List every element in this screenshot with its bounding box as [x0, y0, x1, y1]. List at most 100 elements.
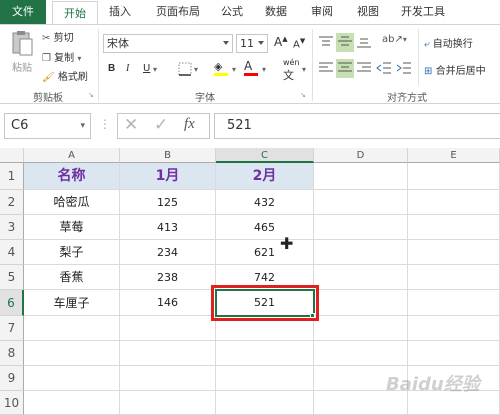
empty-cell[interactable] [408, 163, 500, 190]
row-header-6[interactable]: 6 [0, 290, 24, 316]
borders-button[interactable] [178, 62, 192, 79]
empty-cell[interactable] [408, 190, 500, 215]
align-left-button[interactable] [318, 61, 334, 78]
bold-button[interactable]: B [108, 63, 115, 74]
empty-cell[interactable] [314, 341, 408, 366]
empty-cell[interactable] [408, 240, 500, 265]
empty-cell[interactable] [314, 190, 408, 215]
tab-file[interactable]: 文件 [0, 0, 46, 24]
table-cell[interactable]: 125 [120, 190, 216, 215]
align-right-button[interactable] [356, 61, 372, 78]
empty-cell[interactable] [314, 290, 408, 316]
tab-home[interactable]: 开始 [52, 1, 98, 25]
shrink-font-button[interactable]: A▼ [293, 37, 305, 50]
borders-dropdown-icon[interactable]: ▾ [194, 65, 198, 74]
header-cell-jan[interactable]: 1月 [120, 163, 216, 190]
tab-insert[interactable]: 插入 [102, 0, 138, 24]
column-header-c[interactable]: C [216, 148, 314, 163]
cancel-icon[interactable]: ✕ [124, 115, 138, 135]
table-cell[interactable]: 621 [216, 240, 314, 265]
row-header-7[interactable]: 7 [0, 316, 24, 341]
enter-icon[interactable]: ✓ [154, 115, 168, 135]
empty-cell[interactable] [24, 341, 120, 366]
align-middle-button[interactable] [336, 33, 354, 52]
row-header-5[interactable]: 5 [0, 265, 24, 290]
orientation-button[interactable]: ab↗▾ [382, 34, 407, 45]
row-header-2[interactable]: 2 [0, 190, 24, 215]
empty-cell[interactable] [24, 366, 120, 391]
fill-handle[interactable] [310, 313, 315, 318]
column-header-b[interactable]: B [120, 148, 216, 163]
tab-review[interactable]: 审阅 [304, 0, 340, 24]
table-cell[interactable]: 草莓 [24, 215, 120, 240]
tab-page-layout[interactable]: 页面布局 [146, 0, 210, 24]
empty-cell[interactable] [408, 265, 500, 290]
empty-cell[interactable] [408, 316, 500, 341]
phonetic-dropdown-icon[interactable]: ▾ [302, 65, 306, 74]
empty-cell[interactable] [314, 316, 408, 341]
row-header-1[interactable]: 1 [0, 163, 24, 190]
tab-developer[interactable]: 开发工具 [395, 0, 451, 24]
phonetic-button[interactable]: wén 文 [283, 58, 300, 83]
underline-dropdown-icon[interactable]: ▾ [153, 65, 157, 74]
table-cell[interactable]: 234 [120, 240, 216, 265]
header-cell-feb[interactable]: 2月 [216, 163, 314, 190]
copy-dropdown-icon[interactable]: ▾ [77, 54, 81, 63]
insert-function-button[interactable]: fx [184, 116, 195, 133]
font-color-dropdown-icon[interactable]: ▾ [262, 65, 266, 74]
empty-cell[interactable] [314, 215, 408, 240]
table-cell[interactable]: 432 [216, 190, 314, 215]
font-name-select[interactable]: 宋体 [103, 34, 233, 53]
column-header-d[interactable]: D [314, 148, 408, 163]
font-launcher-icon[interactable]: ↘ [300, 91, 306, 99]
wrap-text-button[interactable]: ⤶ 自动换行 [424, 35, 473, 50]
row-header-10[interactable]: 10 [0, 391, 24, 415]
empty-cell[interactable] [216, 366, 314, 391]
column-header-e[interactable]: E [408, 148, 500, 163]
underline-button[interactable]: U [143, 63, 150, 74]
table-cell[interactable]: 238 [120, 265, 216, 290]
align-bottom-button[interactable] [356, 35, 372, 52]
row-header-8[interactable]: 8 [0, 341, 24, 366]
empty-cell[interactable] [24, 391, 120, 415]
row-header-4[interactable]: 4 [0, 240, 24, 265]
empty-cell[interactable] [24, 316, 120, 341]
font-color-button[interactable]: A [244, 59, 258, 76]
table-cell[interactable]: 465 [216, 215, 314, 240]
paste-button[interactable]: 粘贴 [8, 29, 36, 74]
empty-cell[interactable] [120, 316, 216, 341]
italic-button[interactable]: I [126, 63, 129, 74]
table-cell[interactable]: 哈密瓜 [24, 190, 120, 215]
fill-color-button[interactable]: ◈ [214, 60, 228, 76]
empty-cell[interactable] [120, 391, 216, 415]
empty-cell[interactable] [408, 341, 500, 366]
format-painter-button[interactable]: 🖌 格式刷 [42, 68, 88, 83]
copy-button[interactable]: ❐ 复制 ▾ [42, 49, 81, 64]
more-options-icon[interactable]: ⋮ [99, 117, 111, 131]
table-cell[interactable]: 413 [120, 215, 216, 240]
grow-font-button[interactable]: A▲ [274, 35, 288, 49]
row-header-3[interactable]: 3 [0, 215, 24, 240]
table-cell[interactable]: 香蕉 [24, 265, 120, 290]
name-box[interactable]: C6 ▾ [4, 113, 91, 139]
table-cell[interactable]: 车厘子 [24, 290, 120, 316]
empty-cell[interactable] [120, 366, 216, 391]
column-header-a[interactable]: A [24, 148, 120, 163]
select-all-corner[interactable] [0, 148, 24, 163]
empty-cell[interactable] [120, 341, 216, 366]
merge-center-button[interactable]: ⊞ 合并后居中 [424, 62, 486, 77]
table-cell[interactable]: 梨子 [24, 240, 120, 265]
fill-dropdown-icon[interactable]: ▾ [232, 65, 236, 74]
empty-cell[interactable] [314, 240, 408, 265]
header-cell-name[interactable]: 名称 [24, 163, 120, 190]
cut-button[interactable]: ✂ 剪切 [42, 29, 74, 44]
decrease-indent-button[interactable] [376, 61, 392, 78]
empty-cell[interactable] [216, 341, 314, 366]
table-cell[interactable]: 146 [120, 290, 216, 316]
tab-view[interactable]: 视图 [350, 0, 386, 24]
increase-indent-button[interactable] [396, 61, 412, 78]
empty-cell[interactable] [408, 290, 500, 316]
font-size-select[interactable]: 11 [236, 34, 268, 53]
tab-formulas[interactable]: 公式 [214, 0, 250, 24]
row-header-9[interactable]: 9 [0, 366, 24, 391]
